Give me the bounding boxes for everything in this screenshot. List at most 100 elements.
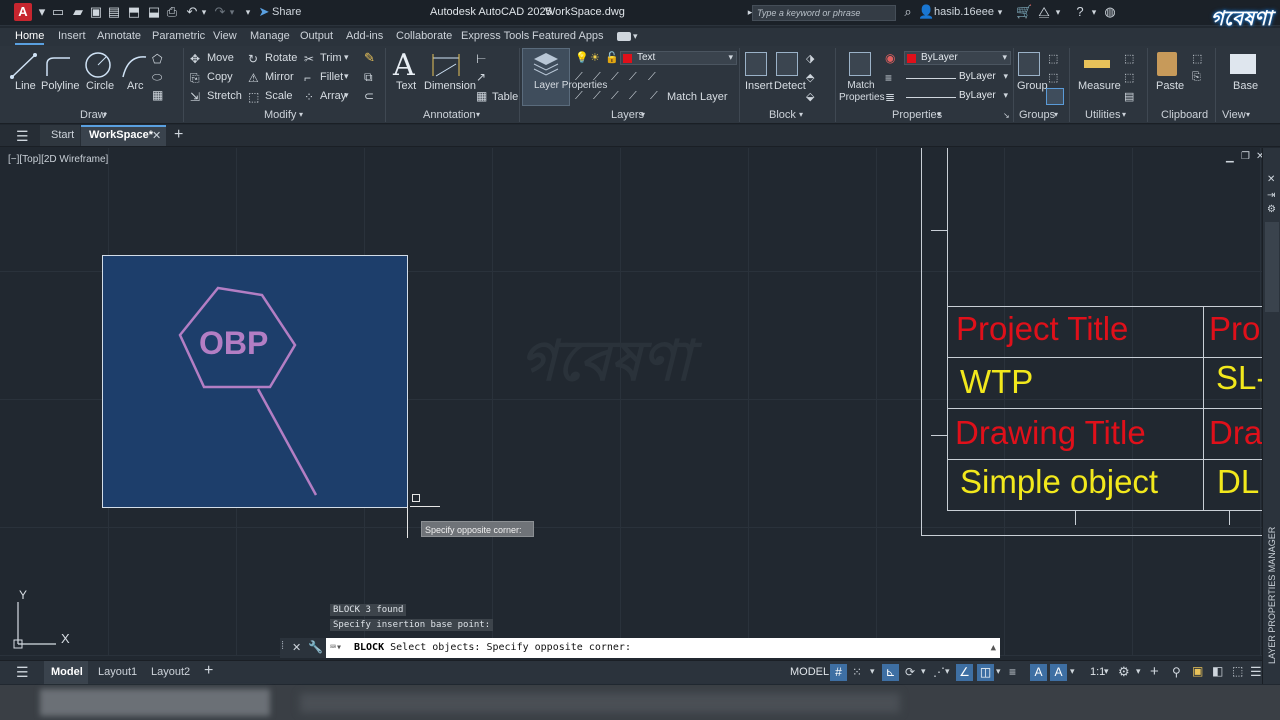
snap-mode-icon[interactable]: ⁙ xyxy=(852,665,862,679)
group-label[interactable]: Group xyxy=(1017,80,1048,92)
user-menu-chevron-icon[interactable]: ▾ xyxy=(992,4,1008,20)
stretch-button[interactable]: Stretch xyxy=(207,90,242,102)
layer-walk-icon[interactable]: ⟋ xyxy=(611,90,619,103)
base-view-icon[interactable] xyxy=(1230,54,1256,74)
viewport-minimize-icon[interactable]: ▁ xyxy=(1226,152,1234,163)
leader-icon[interactable]: ↗ xyxy=(476,70,486,84)
line-tool-label[interactable]: Line xyxy=(15,80,36,92)
properties-group-title[interactable]: Properties xyxy=(892,109,942,121)
search-input[interactable]: Type a keyword or phrase xyxy=(752,5,896,21)
layer-isolate-icon[interactable]: ⟋ xyxy=(575,71,583,84)
palette-properties-gear-icon[interactable]: ⚙ xyxy=(1267,204,1276,215)
quick-select-icon[interactable]: ⬚ xyxy=(1124,52,1134,65)
circle-tool-icon[interactable] xyxy=(84,51,112,79)
insert-block-icon[interactable] xyxy=(745,52,767,76)
move-icon[interactable]: ✥ xyxy=(190,52,200,66)
ortho-mode-icon[interactable]: ⊾ xyxy=(882,664,899,681)
ribbon-minimize-chevron-icon[interactable]: ▾ xyxy=(633,31,638,42)
workspace-gear-icon[interactable]: ⚙ xyxy=(1118,664,1130,680)
detect-label[interactable]: Detect xyxy=(774,80,806,92)
fillet-button[interactable]: Fillet xyxy=(320,71,343,83)
customize-wrench-icon[interactable]: 🔧 xyxy=(308,640,323,654)
rotate-button[interactable]: Rotate xyxy=(265,52,297,64)
draw-group-chevron-icon[interactable]: ▾ xyxy=(103,110,107,119)
group-icon[interactable] xyxy=(1018,52,1040,76)
arc-tool-label[interactable]: Arc xyxy=(127,80,144,92)
customize-quick-access-icon[interactable]: ▾ xyxy=(240,4,256,20)
utilities-group-title[interactable]: Utilities xyxy=(1085,109,1120,121)
measure-ruler-icon[interactable] xyxy=(1084,60,1110,68)
tab-collaborate[interactable]: Collaborate xyxy=(396,30,452,42)
linetype-dropdown[interactable]: ByLayer ▾ xyxy=(904,71,1011,85)
object-snap-icon[interactable]: ◫ xyxy=(977,664,994,681)
calculator-icon[interactable]: ▤ xyxy=(1124,90,1134,103)
copy-icon[interactable]: ⎘ xyxy=(190,71,200,86)
rotate-icon[interactable]: ↻ xyxy=(248,52,258,66)
save-to-web-icon[interactable]: ⬓ xyxy=(146,4,162,20)
open-from-web-icon[interactable]: ⬒ xyxy=(126,4,142,20)
trim-button[interactable]: Trim xyxy=(320,52,342,64)
copy-clip-icon[interactable]: ⎘ xyxy=(1192,71,1201,84)
user-name[interactable]: hasib.16eee xyxy=(934,6,994,18)
group-selection-toggle[interactable] xyxy=(1046,88,1064,105)
line-tool-icon[interactable] xyxy=(10,52,38,80)
isodraft-dropdown-icon[interactable]: ▾ xyxy=(945,666,950,677)
annotation-group-title[interactable]: Annotation xyxy=(423,109,476,121)
undo-dropdown-icon[interactable]: ▾ xyxy=(196,4,212,20)
polyline-tool-icon[interactable] xyxy=(44,52,72,80)
match-layer-button[interactable]: Match Layer xyxy=(667,91,728,103)
help-chevron-icon[interactable]: ▾ xyxy=(1086,4,1102,20)
tab-add-ins[interactable]: Add-ins xyxy=(346,30,383,42)
trim-icon[interactable]: ✂ xyxy=(304,52,314,66)
tab-annotate[interactable]: Annotate xyxy=(97,30,141,42)
cut-icon[interactable]: ⬚ xyxy=(1192,52,1202,65)
properties-group-chevron-icon[interactable]: ▾ xyxy=(937,110,941,119)
save-as-icon[interactable]: ▤ xyxy=(106,4,122,20)
tab-view[interactable]: View xyxy=(213,30,237,42)
search-icon[interactable]: ⌕ xyxy=(900,4,916,20)
arc-tool-icon[interactable] xyxy=(120,52,148,80)
layer-thaw-sun-icon[interactable]: ☀ xyxy=(590,51,600,64)
drawing-canvas[interactable]: [−][Top][2D Wireframe] ▁ ❐ ✕ গবেষণা OBP … xyxy=(0,148,1262,656)
layer-previous-icon[interactable]: ⟋ xyxy=(593,90,601,103)
array-icon[interactable]: ⁘ xyxy=(304,90,314,104)
color-wheel-icon[interactable]: ◉ xyxy=(885,51,895,65)
tab-manage[interactable]: Manage xyxy=(250,30,290,42)
lineweight-icon[interactable]: ≣ xyxy=(885,90,895,104)
modify-group-title[interactable]: Modify xyxy=(264,109,296,121)
app-menu-chevron-icon[interactable]: ▾ xyxy=(34,4,50,20)
close-tab-icon[interactable]: ✕ xyxy=(152,129,161,142)
tab-home[interactable]: Home xyxy=(15,30,45,45)
paste-label[interactable]: Paste xyxy=(1156,80,1184,92)
explode-icon[interactable]: ⧉ xyxy=(364,70,373,85)
workspace-dropdown-icon[interactable]: ▾ xyxy=(1136,666,1141,677)
match-properties-icon[interactable] xyxy=(849,52,871,76)
trim-dropdown-icon[interactable]: ▾ xyxy=(344,52,349,63)
fillet-dropdown-icon[interactable]: ▾ xyxy=(344,71,349,82)
clean-screen-icon[interactable]: ⬚ xyxy=(1232,664,1243,678)
osnap-dropdown-icon[interactable]: ▾ xyxy=(996,666,1001,677)
groups-group-title[interactable]: Groups xyxy=(1019,109,1055,121)
linetype-icon[interactable]: ≡ xyxy=(885,71,892,85)
layers-group-title[interactable]: Layers xyxy=(611,109,644,121)
select-all-icon[interactable]: ⬚ xyxy=(1124,71,1134,84)
save-icon[interactable]: ▣ xyxy=(88,4,104,20)
hexagon-pin-object[interactable] xyxy=(170,283,330,503)
palette-autohide-icon[interactable]: ⇥ xyxy=(1267,190,1275,201)
layer-unisolate-icon[interactable]: ⟋ xyxy=(593,71,601,84)
command-line-input[interactable]: ⌨▾ BLOCK Select objects: Specify opposit… xyxy=(326,638,1000,658)
tab-output[interactable]: Output xyxy=(300,30,333,42)
tab-layout2[interactable]: Layout2 xyxy=(151,666,190,678)
object-snap-tracking-icon[interactable]: ∠ xyxy=(956,664,973,681)
text-tool-icon[interactable]: A xyxy=(393,48,415,83)
edit-block-icon[interactable]: ⬘ xyxy=(806,71,814,84)
linear-dimension-icon[interactable]: ⊢ xyxy=(476,52,486,66)
layer-merge-icon[interactable]: ⟋ xyxy=(629,90,637,103)
layer-on-bulb-icon[interactable]: 💡 xyxy=(575,51,589,64)
scale-button[interactable]: Scale xyxy=(265,90,293,102)
scale-dropdown-icon[interactable]: ▾ xyxy=(1104,666,1109,677)
text-tool-label[interactable]: Text xyxy=(396,80,416,92)
annotation-visibility-icon[interactable]: A xyxy=(1030,664,1047,681)
create-block-icon[interactable]: ⬗ xyxy=(806,52,814,65)
user-icon[interactable]: 👤 xyxy=(918,4,934,20)
